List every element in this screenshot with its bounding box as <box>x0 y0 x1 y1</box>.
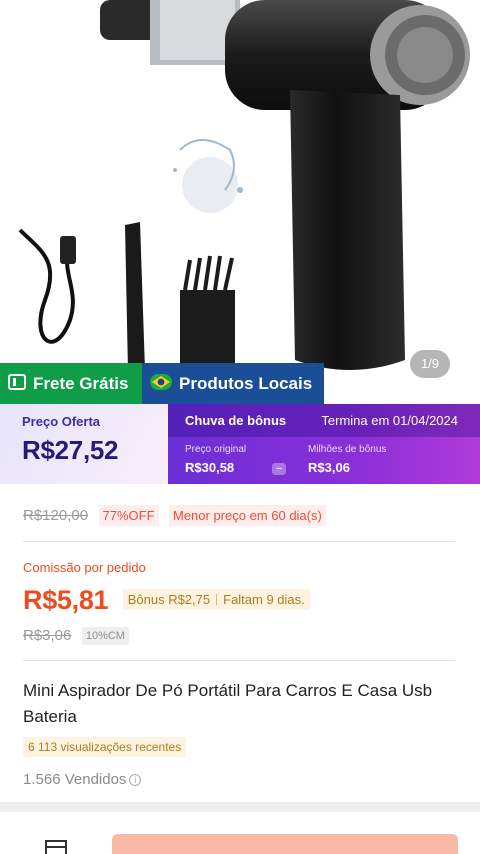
local-products-badge: Produtos Locais <box>142 363 324 405</box>
divider <box>23 541 455 542</box>
free-shipping-badge: Frete Grátis <box>0 363 142 405</box>
original-price-value: R$30,58 <box>185 460 235 475</box>
bonus-chip: Bônus R$2,75 Faltam 9 dias. <box>122 589 310 610</box>
shipping-icon <box>8 373 26 395</box>
commission-rate: 10%CM <box>81 627 129 645</box>
vacuum-illustration <box>18 0 470 372</box>
offer-strip: Preço Oferta R$27,52 Chuva de bônus Term… <box>0 404 480 484</box>
bonus-amount: Bônus R$2,75 <box>127 592 211 607</box>
brazil-flag-icon <box>150 373 172 395</box>
commission-row: R$5,81 Bônus R$2,75 Faltam 9 dias. <box>23 585 310 616</box>
commission-label: Comissão por pedido <box>23 559 146 577</box>
divider <box>23 660 455 661</box>
product-page: 1/9 Frete Grátis Produtos Locais Preço O… <box>0 0 480 854</box>
buy-button[interactable] <box>112 834 458 854</box>
old-price: R$120,00 <box>23 507 89 524</box>
commission-old-row: R$3,06 10%CM <box>23 627 129 645</box>
lowest-price-tag: Menor preço em 60 dia(s) <box>168 505 326 526</box>
sold-count: 1.566 Vendidos i <box>23 771 142 788</box>
recent-views: 6 113 visualizações recentes <box>23 737 187 757</box>
product-image[interactable]: 1/9 <box>0 0 480 400</box>
price-row: R$120,00 77%OFF Menor preço em 60 dia(s) <box>23 505 326 526</box>
minus-operator: – <box>272 463 286 475</box>
discount-tag: 77%OFF <box>98 505 159 526</box>
offer-price-block: Preço Oferta R$27,52 <box>0 404 168 484</box>
offer-price: R$27,52 <box>22 435 119 465</box>
bonus-block: Chuva de bônus Termina em 01/04/2024 Pre… <box>168 404 480 484</box>
bonus-label: Milhões de bônus <box>308 444 387 455</box>
free-shipping-label: Frete Grátis <box>33 374 129 393</box>
image-counter: 1/9 <box>410 350 450 378</box>
commission-value: R$5,81 <box>23 585 109 615</box>
original-price-label: Preço original <box>185 444 247 455</box>
bonus-title: Chuva de bônus <box>185 413 287 428</box>
product-title: Mini Aspirador De Pó Portátil Para Carro… <box>23 681 433 726</box>
commission-old: R$3,06 <box>23 627 72 644</box>
bonus-ends: Termina em 01/04/2024 <box>321 413 458 428</box>
bonus-remaining: Faltam 9 dias. <box>223 592 305 607</box>
bonus-value: R$3,06 <box>308 460 350 475</box>
sold-text: 1.566 Vendidos <box>23 771 127 788</box>
commission-label-text: Comissão por pedido <box>23 560 146 575</box>
section-gap <box>0 802 480 812</box>
offer-label: Preço Oferta <box>22 414 101 429</box>
badge-row: Frete Grátis Produtos Locais <box>0 363 324 405</box>
bottom-action-bar <box>0 812 480 854</box>
info-icon[interactable]: i <box>129 774 142 786</box>
store-icon[interactable] <box>45 840 67 854</box>
local-products-label: Produtos Locais <box>179 374 313 393</box>
